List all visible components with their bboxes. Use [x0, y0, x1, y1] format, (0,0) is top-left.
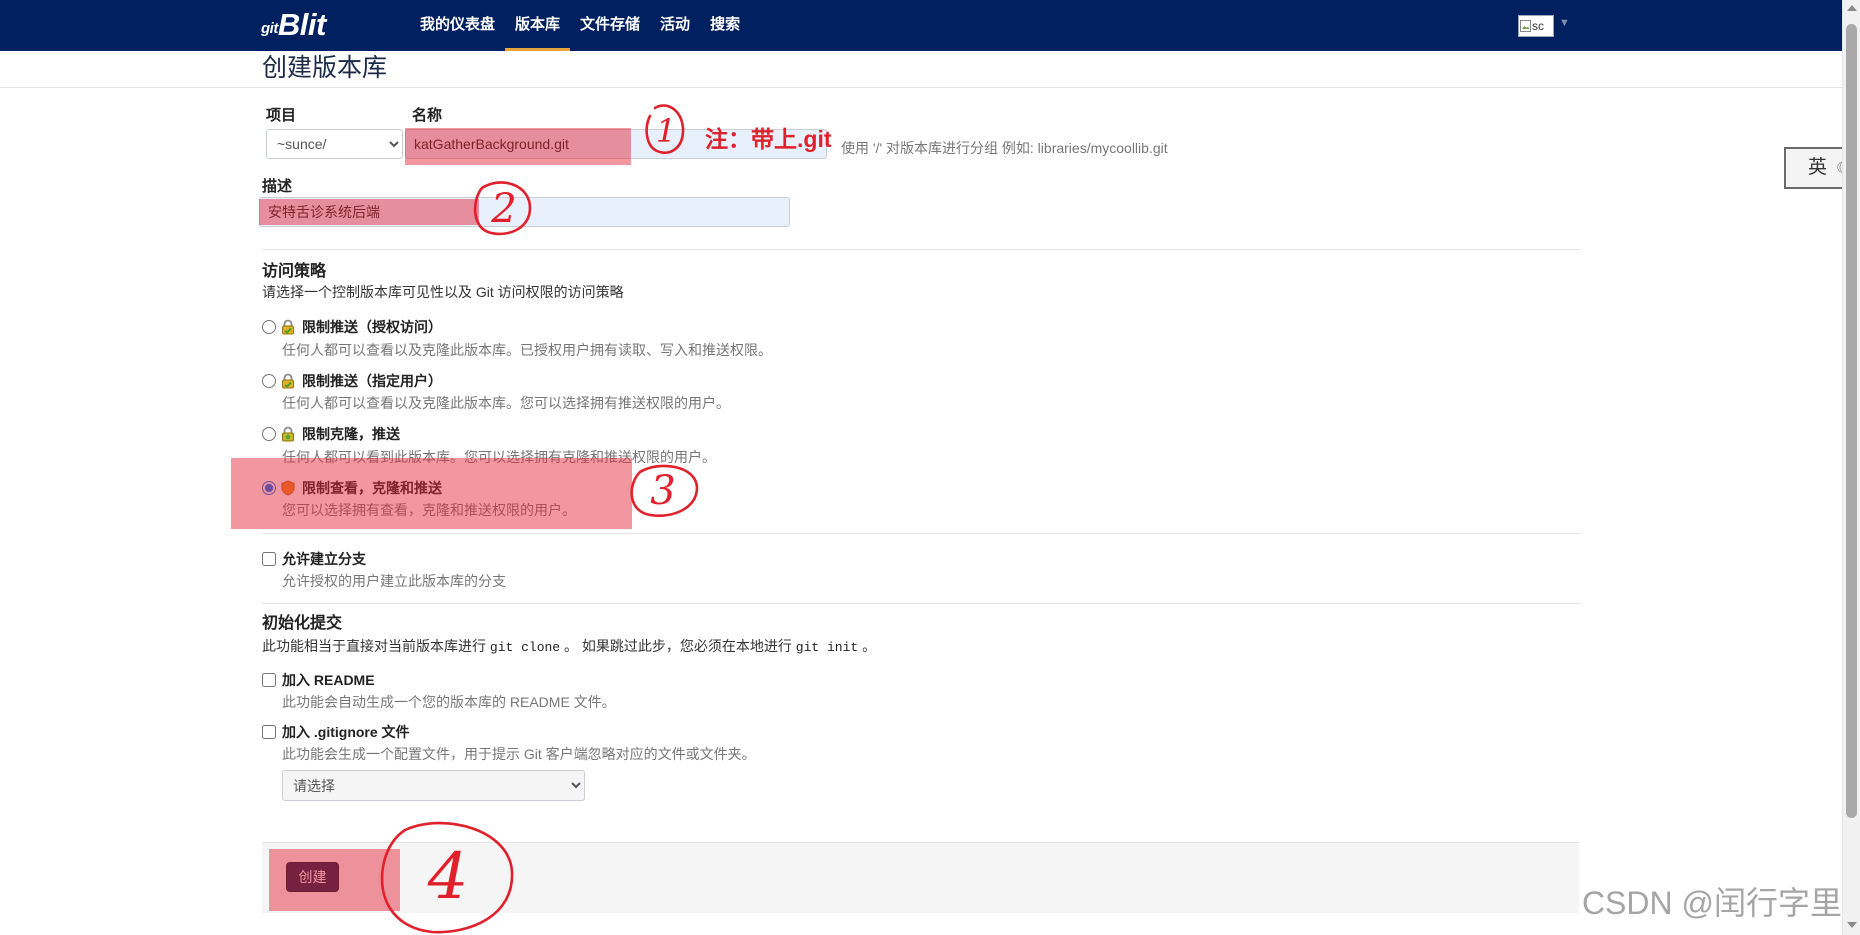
page-title: 创建版本库 [262, 54, 388, 82]
nav-item-dashboard[interactable]: 我的仪表盘 [410, 0, 505, 51]
access-option-description: 您可以选择拥有查看，克隆和推送权限的用户。 [282, 502, 576, 518]
add-readme-label[interactable]: 加入 README [282, 671, 375, 689]
lock-icon [280, 426, 296, 442]
allow-forks-checkbox[interactable] [262, 552, 276, 566]
form-actions [262, 842, 1579, 913]
logo-prefix: git [261, 20, 278, 37]
divider [262, 603, 1580, 604]
allow-forks-label[interactable]: 允许建立分支 [282, 550, 366, 568]
scrollbar-thumb[interactable] [1846, 24, 1857, 818]
add-readme-description: 此功能会自动生成一个您的版本库的 README 文件。 [282, 694, 616, 710]
initial-commit-heading: 初始化提交 [262, 615, 343, 632]
allow-forks-description: 允许授权的用户建立此版本库的分支 [282, 573, 506, 589]
initial-commit-description: 此功能相当于直接对当前版本库进行 git clone 。 如果跳过此步，您必须在… [262, 637, 876, 657]
code-git-init: git init [795, 640, 859, 655]
name-hint: 使用 '/' 对版本库进行分组 例如: libraries/mycoollib.… [841, 140, 1168, 156]
access-option-label[interactable]: 限制推送（授权访问） [302, 318, 442, 336]
description-text: 此功能相当于直接对当前版本库进行 [262, 638, 490, 654]
hand-drawn-circle [630, 464, 699, 517]
gitblit-logo[interactable]: gitBlit [261, 6, 326, 44]
watermark: CSDN @闰行字里 [1581, 885, 1842, 921]
divider [262, 533, 1580, 534]
access-option-radio[interactable] [262, 481, 276, 495]
scroll-down-arrow-icon[interactable] [1847, 922, 1857, 928]
description-text: 。 如果跳过此步，您必须在本地进行 [560, 638, 796, 654]
description-label: 描述 [262, 178, 293, 195]
vertical-scrollbar[interactable] [1842, 0, 1860, 935]
scroll-up-arrow-icon[interactable] [1847, 5, 1857, 11]
main-nav: 我的仪表盘 版本库 文件存储 活动 搜索 [410, 0, 750, 51]
access-option-label[interactable]: 限制克隆，推送 [302, 425, 400, 443]
access-option-radio[interactable] [262, 374, 276, 388]
access-option-description: 任何人都可以查看以及克隆此版本库。已授权用户拥有读取、写入和推送权限。 [282, 342, 772, 358]
add-gitignore-label[interactable]: 加入 .gitignore 文件 [282, 723, 410, 741]
lock-icon [280, 373, 296, 389]
name-label: 名称 [412, 107, 443, 124]
shield-icon [280, 480, 296, 496]
nav-item-activity[interactable]: 活动 [650, 0, 700, 51]
code-git-clone: git clone [489, 640, 561, 655]
lock-icon [280, 319, 296, 335]
description-input[interactable] [259, 197, 790, 227]
nav-item-repositories[interactable]: 版本库 [505, 0, 571, 51]
description-text: 。 [858, 638, 877, 654]
divider [262, 249, 1580, 250]
annotation-note: 注：带上.git [705, 126, 832, 152]
access-option-radio[interactable] [262, 320, 276, 334]
user-avatar-alt-text: sc [1532, 19, 1544, 33]
logo-name: Blit [277, 7, 326, 42]
gitignore-template-select[interactable]: 请选择 [282, 770, 585, 801]
access-option-label[interactable]: 限制查看，克隆和推送 [302, 479, 442, 497]
user-avatar[interactable]: sc [1518, 15, 1554, 37]
add-readme-checkbox[interactable] [262, 673, 276, 687]
nav-item-search[interactable]: 搜索 [700, 0, 750, 51]
access-option-radio[interactable] [262, 427, 276, 441]
add-gitignore-checkbox[interactable] [262, 725, 276, 739]
ime-language-label: 英 [1808, 157, 1828, 178]
access-option-label[interactable]: 限制推送（指定用户） [302, 372, 442, 390]
nav-item-filestore[interactable]: 文件存储 [570, 0, 650, 51]
access-option-description: 任何人都可以看到此版本库。您可以选择拥有克隆和推送权限的用户。 [282, 449, 716, 465]
access-policy-subheading: 请选择一个控制版本库可见性以及 Git 访问权限的访问策略 [262, 284, 624, 300]
access-option-description: 任何人都可以查看以及克隆此版本库。您可以选择拥有推送权限的用户。 [282, 395, 730, 411]
project-select[interactable]: ~sunce/ [266, 129, 403, 159]
add-gitignore-description: 此功能会生成一个配置文件，用于提示 Git 客户端忽略对应的文件或文件夹。 [282, 746, 756, 762]
caret-down-icon[interactable]: ▼ [1559, 17, 1570, 29]
top-navbar: gitBlit 我的仪表盘 版本库 文件存储 活动 搜索 sc ▼ [0, 0, 1842, 51]
create-button[interactable]: 创建 [286, 862, 339, 892]
page-header: 创建版本库 [0, 51, 1842, 88]
annotation-number: 3 [650, 468, 675, 514]
project-label: 项目 [266, 107, 297, 124]
access-policy-heading: 访问策略 [262, 263, 327, 280]
broken-image-icon [1520, 20, 1531, 32]
